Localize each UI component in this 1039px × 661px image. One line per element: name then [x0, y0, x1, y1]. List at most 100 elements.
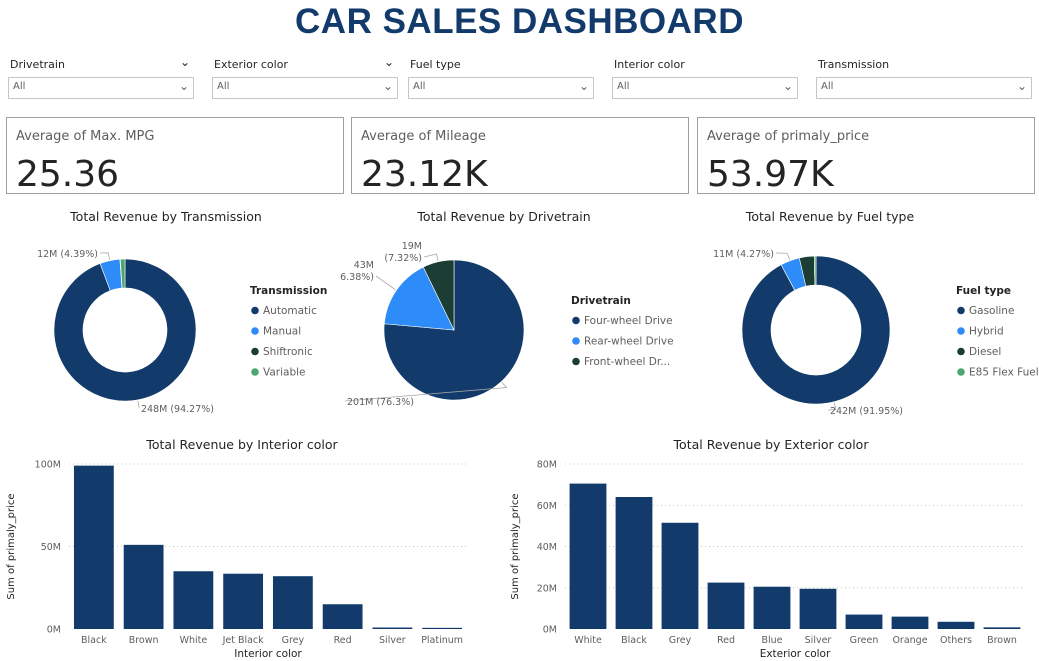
- x-tick-label: Silver: [805, 635, 832, 646]
- legend-item: Gasoline: [969, 305, 1014, 317]
- data-label: 201M (76.3%): [347, 397, 414, 408]
- drivetrain-dropdown[interactable]: All ⌄: [8, 77, 194, 99]
- transmission-dropdown[interactable]: All ⌄: [816, 77, 1032, 99]
- legend-item: Hybrid: [969, 326, 1004, 338]
- y-tick-label: 60M: [537, 501, 557, 512]
- legend-marker: [251, 347, 259, 356]
- legend-title: Fuel type: [956, 285, 1011, 297]
- fuel-type-dropdown[interactable]: All ⌄: [408, 77, 594, 99]
- x-tick-label: Red: [717, 635, 735, 646]
- y-axis-title: Sum of primaly_price: [510, 493, 521, 599]
- bar-platinum: [422, 627, 463, 629]
- kpi-card-max-mpg: Average of Max. MPG 25.36: [6, 117, 344, 195]
- x-tick-label: Grey: [669, 635, 692, 646]
- legend-title: Transmission: [250, 285, 327, 297]
- collapse-chevron-icon[interactable]: ⌄: [384, 55, 394, 69]
- data-label: 242M (91.95%): [830, 406, 903, 417]
- x-tick-label: Green: [850, 635, 879, 646]
- y-tick-label: 0M: [543, 625, 557, 636]
- chevron-down-icon: ⌄: [382, 79, 393, 93]
- dropdown-value: All: [617, 81, 630, 92]
- chevron-down-icon: ⌄: [1016, 79, 1027, 93]
- y-tick-label: 40M: [537, 542, 557, 553]
- chart-title-exterior-color: Total Revenue by Exterior color: [673, 437, 869, 452]
- legend-marker: [957, 306, 965, 315]
- x-tick-label: Brown: [129, 635, 159, 646]
- data-label: (7.32%): [384, 253, 422, 264]
- slicer-label: Drivetrain: [10, 58, 65, 71]
- y-tick-label: 50M: [41, 542, 61, 553]
- drivetrain-pie-chart: 201M (76.3%) 43M(16.38%) 19M(7.32%) Drivetr…: [340, 241, 674, 408]
- legend-marker: [251, 327, 259, 335]
- legend-marker: [251, 368, 259, 376]
- exterior-color-bar-chart: 0M 20M 40M 60M 80M White Black Grey Red Blue Silve…: [510, 460, 1025, 660]
- legend-marker: [572, 316, 580, 325]
- bar-brown: [983, 627, 1021, 629]
- chart-title-interior-color: Total Revenue by Interior color: [146, 437, 338, 452]
- y-axis-title: Sum of primaly_price: [6, 493, 17, 599]
- x-tick-label: Platinum: [421, 635, 463, 646]
- dropdown-value: All: [413, 81, 426, 92]
- interior-color-bar-chart: 0M 50M 100M Black Brown White Jet Black Grey Red…: [6, 460, 467, 660]
- chevron-down-icon: ⌄: [782, 79, 793, 93]
- slicer-interior-color: Interior color All ⌄: [612, 55, 798, 99]
- exterior-color-dropdown[interactable]: All ⌄: [212, 77, 398, 99]
- data-label: (16.38%): [340, 272, 374, 283]
- kpi-card-mileage: Average of Mileage 23.12K: [351, 117, 689, 195]
- collapse-chevron-icon[interactable]: ⌄: [180, 55, 190, 69]
- x-tick-label: Others: [940, 635, 972, 646]
- chevron-down-icon: ⌄: [178, 79, 189, 93]
- data-label: 19M: [402, 241, 422, 252]
- bar-grey: [661, 522, 699, 629]
- bar-white: [173, 571, 214, 629]
- chart-title-fuel-type: Total Revenue by Fuel type: [745, 209, 915, 224]
- slicer-label: Exterior color: [214, 58, 288, 71]
- legend-item: E85 Flex Fuel: [969, 367, 1039, 379]
- slicer-drivetrain: Drivetrain ⌄ All ⌄: [8, 55, 194, 99]
- bar-black: [615, 497, 653, 629]
- data-label: 248M (94.27%): [141, 404, 214, 415]
- y-tick-label: 100M: [35, 460, 61, 471]
- x-tick-label: Grey: [282, 635, 305, 646]
- slicer-label: Interior color: [614, 58, 685, 71]
- leader-line: [375, 275, 396, 291]
- legend-item: Rear-wheel Drive: [584, 336, 674, 348]
- bar-blue: [753, 586, 791, 629]
- x-tick-label: White: [180, 635, 208, 646]
- legend-item: Four-wheel Drive: [584, 315, 673, 327]
- bar-red: [322, 604, 363, 629]
- bar-jet-black: [223, 573, 264, 629]
- data-label: 12M (4.39%): [37, 249, 98, 260]
- slicer-transmission: Transmission All ⌄: [816, 55, 1034, 99]
- chevron-down-icon: ⌄: [578, 79, 589, 93]
- legend-item: Diesel: [969, 346, 1001, 358]
- x-axis-title: Interior color: [234, 648, 302, 660]
- bar-white: [569, 483, 607, 629]
- slicer-fuel-type: Fuel type All ⌄: [408, 55, 594, 99]
- y-tick-label: 80M: [537, 460, 557, 471]
- x-tick-label: Orange: [892, 635, 927, 646]
- x-tick-label: Silver: [379, 635, 406, 646]
- leader-line: [423, 253, 439, 261]
- legend-item: Automatic: [263, 305, 317, 317]
- bar-green: [845, 614, 883, 629]
- kpi-value: 25.36: [16, 154, 120, 195]
- legend-marker: [572, 337, 580, 345]
- leader-line: [137, 400, 140, 409]
- chart-title-drivetrain: Total Revenue by Drivetrain: [417, 209, 591, 224]
- kpi-label: Average of primaly_price: [707, 129, 870, 144]
- x-tick-label: Brown: [987, 635, 1017, 646]
- interior-color-dropdown[interactable]: All ⌄: [612, 77, 798, 99]
- bar-black: [73, 465, 114, 629]
- x-axis-title: Exterior color: [760, 648, 831, 660]
- kpi-label: Average of Max. MPG: [16, 129, 155, 144]
- leader-line: [775, 252, 791, 260]
- x-tick-label: Black: [621, 635, 647, 646]
- leader-line: [99, 252, 111, 260]
- dropdown-value: All: [217, 81, 230, 92]
- x-tick-label: Black: [81, 635, 107, 646]
- kpi-label: Average of Mileage: [361, 129, 486, 144]
- legend-title: Drivetrain: [571, 295, 631, 307]
- bar-others: [937, 621, 975, 629]
- legend-item: Manual: [263, 326, 301, 338]
